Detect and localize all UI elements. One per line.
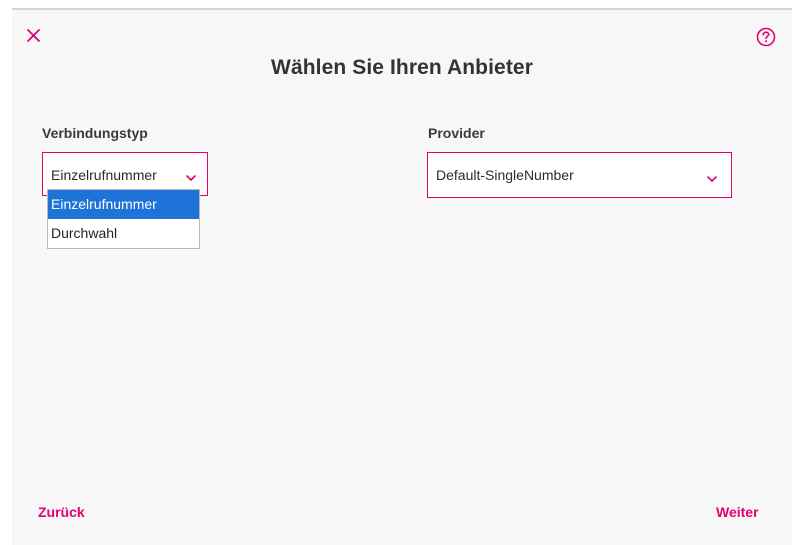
dropdown-option-durchwahl[interactable]: Durchwahl: [48, 219, 199, 248]
connection-type-label: Verbindungstyp: [42, 125, 148, 141]
connection-type-dropdown-list: Einzelrufnummer Durchwahl: [47, 189, 200, 249]
provider-selection-dialog: Wählen Sie Ihren Anbieter Verbindungstyp…: [12, 8, 792, 545]
provider-label: Provider: [428, 125, 485, 141]
next-button[interactable]: Weiter: [716, 504, 759, 520]
chevron-down-icon: [706, 170, 718, 182]
connection-type-selected-value: Einzelrufnummer: [51, 167, 157, 183]
provider-select[interactable]: Default-SingleNumber: [427, 152, 732, 198]
page-title: Wählen Sie Ihren Anbieter: [271, 56, 533, 79]
close-icon[interactable]: [24, 26, 44, 46]
help-circle-icon[interactable]: [755, 26, 777, 48]
back-button[interactable]: Zurück: [38, 504, 85, 520]
dropdown-option-einzelrufnummer[interactable]: Einzelrufnummer: [48, 190, 199, 219]
chevron-down-icon: [185, 169, 197, 181]
provider-selected-value: Default-SingleNumber: [436, 167, 574, 183]
